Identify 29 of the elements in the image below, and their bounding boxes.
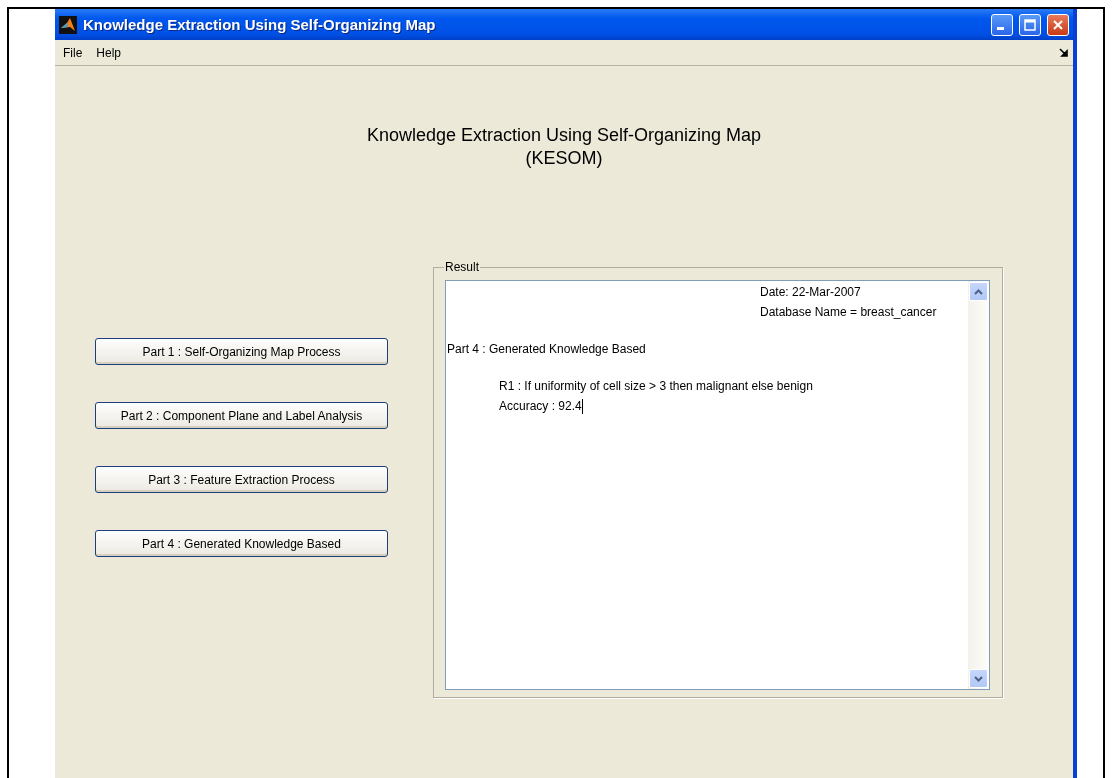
close-icon — [1052, 18, 1064, 31]
minimize-button[interactable] — [991, 13, 1013, 36]
scrollbar[interactable] — [968, 281, 989, 689]
maximize-button[interactable] — [1019, 13, 1041, 36]
result-line: Accuracy : 92.4 — [499, 397, 583, 416]
heading-line: Knowledge Extraction Using Self-Organizing Map — [366, 124, 762, 147]
down-caret-icon — [974, 675, 983, 682]
part-button[interactable]: Part 2 : Component Plane and Label Analysis — [95, 402, 388, 429]
part-button[interactable]: Part 1 : Self-Organizing Map Process — [95, 338, 388, 365]
menu-item[interactable]: File — [63, 45, 83, 60]
result-line: Date: 22-Mar-2007 — [760, 284, 861, 301]
dock-arrow-icon[interactable] — [1059, 48, 1068, 57]
part-button[interactable]: Part 3 : Feature Extraction Process — [95, 466, 388, 493]
close-button[interactable] — [1047, 13, 1069, 36]
menu-item[interactable]: Help — [96, 45, 122, 60]
minimize-icon — [996, 27, 1004, 30]
heading-line: (KESOM) — [524, 147, 604, 170]
maximize-icon — [1024, 18, 1036, 31]
result-line: Database Name = breast_cancer — [760, 304, 937, 321]
result-line: R1 : If uniformity of cell size > 3 then malignant else benign — [499, 378, 813, 395]
window-title: Knowledge Extraction Using Self-Organizing Map — [83, 16, 437, 33]
result-line: Part 4 : Generated Knowledge Based — [447, 341, 646, 358]
part-button[interactable]: Part 4 : Generated Knowledge Based — [95, 530, 388, 557]
result-text-area[interactable]: Date: 22-Mar-2007 Database Name = breast_cancer Part 4 : Generated Knowledge Based R1 : If uniformity of cell size > 3 then malignant else benign Accuracy : 92.4 — [445, 280, 990, 690]
scroll-down-button[interactable] — [969, 669, 988, 688]
scroll-up-button[interactable] — [969, 282, 988, 301]
app-logo-icon — [59, 15, 77, 34]
up-caret-icon — [974, 288, 983, 295]
group-title: Result — [444, 260, 480, 274]
